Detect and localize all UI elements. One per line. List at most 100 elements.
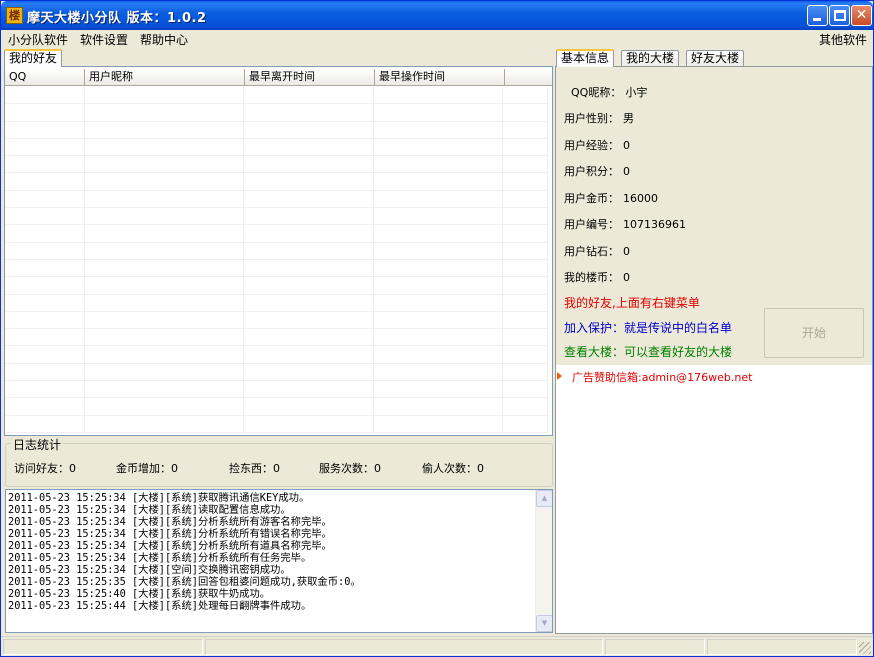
table-cell — [85, 104, 245, 121]
table-cell — [244, 121, 374, 138]
stat-value: 0 — [374, 462, 381, 475]
scroll-down-button[interactable]: ▼ — [536, 615, 552, 632]
table-cell — [85, 415, 245, 432]
table-cell — [5, 294, 85, 311]
table-row[interactable] — [5, 156, 548, 174]
log-line: 2011-05-23 15:25:34 [大楼][系统]读取配置信息成功。 — [8, 504, 291, 516]
table-cell — [503, 346, 548, 363]
table-cell — [503, 104, 548, 121]
table-cell — [374, 294, 504, 311]
table-row[interactable] — [5, 294, 548, 312]
table-cell — [503, 363, 548, 381]
table-cell — [5, 398, 85, 415]
table-cell — [85, 346, 245, 363]
info-label: 用户钻石： — [564, 245, 619, 258]
table-cell — [374, 415, 504, 432]
friends-grid[interactable]: QQ 用户昵称 最早离开时间 最早操作时间 — [4, 66, 553, 436]
log-line: 2011-05-23 15:25:35 [大楼][系统]回答包租婆问题成功,获取… — [8, 576, 361, 588]
info-value: 小宇 — [625, 86, 648, 99]
table-row[interactable] — [5, 138, 548, 157]
table-row[interactable] — [5, 346, 548, 364]
ad-email-link[interactable]: 广告赞助信箱:admin@176web.net — [572, 369, 752, 385]
table-cell — [85, 242, 245, 259]
tab-basic-info[interactable]: 基本信息 — [556, 49, 615, 67]
table-cell — [85, 398, 245, 415]
menu-other-software[interactable]: 其他软件 — [819, 31, 867, 48]
table-cell — [503, 294, 548, 311]
menu-help[interactable]: 帮助中心 — [140, 31, 188, 48]
table-cell — [374, 121, 504, 138]
info-qq-nickname: QQ昵称： 小宇 — [571, 84, 647, 100]
stat-value: 0 — [273, 462, 280, 475]
table-cell — [5, 173, 85, 190]
table-cell — [244, 190, 374, 208]
status-pane-3 — [605, 639, 705, 655]
stat-gold-added: 金币增加：0 — [116, 460, 178, 476]
table-row[interactable] — [5, 415, 548, 433]
table-row[interactable] — [5, 259, 548, 278]
log-line: 2011-05-23 15:25:34 [大楼][系统]分析系统所有游客名称完毕… — [8, 516, 332, 528]
table-row[interactable] — [5, 311, 548, 330]
resize-grip-icon[interactable] — [859, 642, 871, 654]
table-cell — [503, 259, 548, 277]
table-cell — [85, 363, 245, 381]
stat-label: 金币增加： — [116, 462, 171, 475]
minimize-button[interactable] — [807, 5, 828, 26]
table-row[interactable] — [5, 190, 548, 209]
table-cell — [244, 294, 374, 311]
close-button[interactable]: ✕ — [851, 5, 872, 26]
table-cell — [85, 329, 245, 346]
view-building-hint: 查看大楼：可以查看好友的大楼 — [564, 345, 733, 359]
table-cell — [5, 138, 85, 156]
info-label: QQ昵称： — [571, 86, 622, 99]
table-cell — [503, 242, 548, 259]
table-cell — [85, 190, 245, 208]
table-cell — [85, 294, 245, 311]
menu-software[interactable]: 小分队软件 — [8, 31, 68, 48]
table-row[interactable] — [5, 208, 548, 226]
info-value: 0 — [623, 271, 630, 284]
maximize-icon — [834, 10, 846, 21]
column-nickname[interactable]: 用户昵称 — [85, 69, 245, 86]
table-cell — [374, 277, 504, 294]
table-cell — [85, 156, 245, 173]
column-operate-time[interactable]: 最早操作时间 — [375, 69, 505, 86]
log-textarea[interactable]: 2011-05-23 15:25:34 [大楼][系统]获取腾讯通信KEY成功。… — [5, 489, 553, 633]
table-cell — [503, 381, 548, 398]
table-row[interactable] — [5, 87, 548, 105]
info-label: 用户编号： — [564, 218, 619, 231]
tab-friend-building[interactable]: 好友大楼 — [686, 50, 745, 67]
column-filler — [505, 69, 550, 86]
title-bar[interactable]: 楼 摩天大楼小分队 版本：1.0.2 ✕ — [1, 1, 873, 30]
start-button[interactable]: 开始 — [764, 308, 864, 358]
table-cell — [244, 346, 374, 363]
menu-settings[interactable]: 软件设置 — [80, 31, 128, 48]
table-row[interactable] — [5, 225, 548, 243]
info-diamonds: 用户钻石： 0 — [564, 243, 630, 259]
tab-my-friends[interactable]: 我的好友 — [4, 49, 63, 67]
table-row[interactable] — [5, 104, 548, 122]
table-row[interactable] — [5, 173, 548, 191]
table-cell — [503, 277, 548, 294]
tab-my-building[interactable]: 我的大楼 — [621, 50, 680, 67]
table-cell — [5, 311, 85, 329]
log-scrollbar[interactable]: ▲ ▼ — [535, 490, 552, 632]
table-row[interactable] — [5, 363, 548, 382]
table-cell — [85, 138, 245, 156]
table-cell — [244, 363, 374, 381]
table-row[interactable] — [5, 398, 548, 416]
maximize-button[interactable] — [829, 5, 850, 26]
info-value: 0 — [623, 165, 630, 178]
table-row[interactable] — [5, 277, 548, 295]
table-row[interactable] — [5, 329, 548, 347]
column-qq[interactable]: QQ — [5, 69, 85, 86]
scroll-up-button[interactable]: ▲ — [536, 490, 552, 507]
table-row[interactable] — [5, 121, 548, 139]
table-row[interactable] — [5, 242, 548, 260]
table-row[interactable] — [5, 381, 548, 399]
column-leave-time[interactable]: 最早离开时间 — [245, 69, 375, 86]
table-cell — [503, 173, 548, 190]
table-cell — [374, 346, 504, 363]
table-cell — [244, 242, 374, 259]
table-cell — [244, 277, 374, 294]
